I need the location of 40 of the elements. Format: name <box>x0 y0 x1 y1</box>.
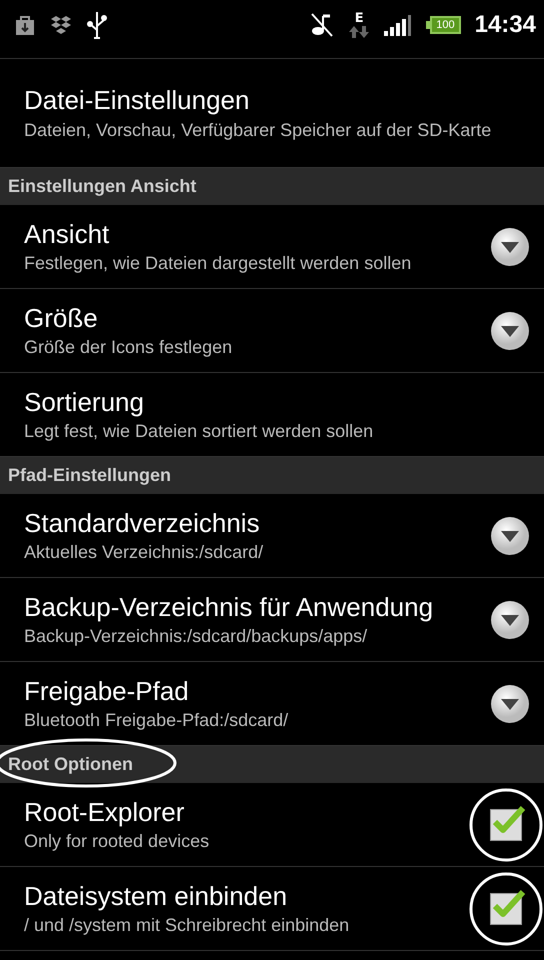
preference-title: Ansicht <box>24 218 110 250</box>
battery-indicator: 100 <box>426 16 461 34</box>
preference-title: Sortierung <box>24 386 145 418</box>
preference-title: Freigabe-Pfad <box>24 674 190 708</box>
preference-summary: Bluetooth Freigabe-Pfad:/sdcard/ <box>24 710 290 732</box>
preference-summary: Legt fest, wie Dateien sortiert werden sollen <box>24 421 374 444</box>
preference-summary: Aktuelles Verzeichnis:/sdcard/ <box>24 542 264 564</box>
dropbox-icon <box>50 14 72 36</box>
preference-title: Größe <box>24 302 99 334</box>
preference-title: Datei-Einstellungen <box>24 84 250 117</box>
data-arrows-icon <box>348 24 370 38</box>
download-icon <box>14 14 36 36</box>
preference-title: Backup-Verzeichnis für Anwendung <box>24 590 434 624</box>
dropdown-icon[interactable] <box>490 516 530 556</box>
preference-summary: Dateien, Vorschau, Verfügbarer Speicher auf der SD-Karte <box>24 120 492 142</box>
mute-icon <box>310 12 334 38</box>
section-header: Einstellungen Ansicht <box>0 168 544 205</box>
preference-item[interactable]: Dateisystem einbinden / und /system mit Schreibrecht einbinden <box>0 867 544 951</box>
preference-item[interactable]: Größe Größe der Icons festlegen <box>0 289 544 373</box>
signal-icon <box>384 14 412 36</box>
dropdown-icon[interactable] <box>490 226 530 266</box>
preference-item[interactable]: Root-Explorer Only for rooted devices <box>0 783 544 867</box>
preference-title: Root-Explorer <box>24 796 186 828</box>
clock-time: 14:34 <box>474 11 536 39</box>
section-header: Pfad-Einstellungen <box>0 457 544 494</box>
preference-summary: / und /system mit Schreibrecht einbinden <box>24 915 350 938</box>
usb-icon <box>86 10 108 40</box>
preference-item[interactable]: Backup-Verzeichnis für Anwendung Backup-Verzeichnis:/sdcard/backups/apps/ <box>0 578 544 662</box>
preference-title: Standardverzeichnis <box>24 506 261 540</box>
preference-item[interactable]: Standardverzeichnis Aktuelles Verzeichnis:/sdcard/ <box>0 494 544 578</box>
network-type: E <box>354 12 364 24</box>
preference-summary: Größe der Icons festlegen <box>24 337 234 360</box>
preference-summary: Festlegen, wie Dateien dargestellt werden sollen <box>24 253 412 276</box>
preference-item[interactable]: Ansicht Festlegen, wie Dateien dargestellt werden sollen <box>0 205 544 289</box>
preference-summary: Only for rooted devices <box>24 831 210 854</box>
dropdown-icon[interactable] <box>490 310 530 350</box>
dropdown-icon[interactable] <box>490 600 530 640</box>
preference-summary: Backup-Verzeichnis:/sdcard/backups/apps/ <box>24 626 368 648</box>
preference-title: Dateisystem einbinden <box>24 880 288 912</box>
dropdown-icon[interactable] <box>490 684 530 724</box>
